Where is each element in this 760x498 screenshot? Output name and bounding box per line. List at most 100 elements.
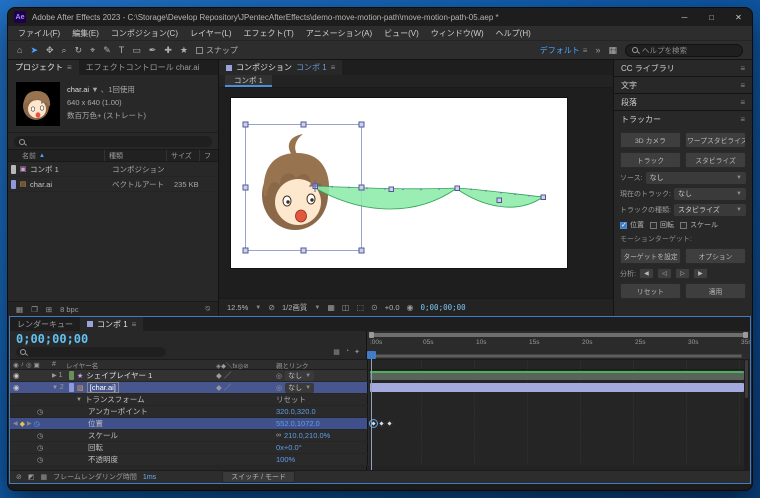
column-size[interactable]: サイズ — [166, 150, 199, 161]
draft-3d-icon[interactable]: ◔ — [345, 348, 349, 356]
stopwatch-icon[interactable]: ◷ — [37, 456, 43, 464]
maximize-button[interactable]: □ — [698, 8, 725, 26]
property-name[interactable]: スケール — [88, 430, 118, 441]
layer-row-char[interactable]: ◉ ▼ 2 ▨ [char.ai] ◆ ／ ◎ なし▼ — [10, 382, 750, 394]
star-tool-icon[interactable]: ★ — [180, 46, 188, 55]
tab-effect-controls[interactable]: エフェクトコントロール char.ai — [79, 60, 207, 75]
layer-name[interactable]: シェイプレイヤー 1 — [86, 370, 152, 381]
time-navigator[interactable] — [370, 333, 747, 337]
menu-effect[interactable]: エフェクト(T) — [238, 28, 300, 39]
track-camera-button[interactable]: 3D カメラ — [620, 132, 681, 148]
position-checkbox[interactable]: 位置 — [620, 220, 644, 230]
current-timecode[interactable]: 0;00;00;00 — [16, 333, 360, 345]
analyze-forward-icon[interactable]: ▶ — [693, 268, 708, 279]
time-ruler[interactable]: :00s 05s 10s 15s 20s 25s 30s 35s — [367, 331, 750, 359]
property-name[interactable]: アンカーポイント — [88, 406, 148, 417]
panel-menu-icon[interactable]: ≡ — [740, 98, 745, 107]
work-area-bar[interactable] — [369, 354, 742, 358]
analyze-backward-icon[interactable]: ◀ — [639, 268, 654, 279]
apply-button[interactable]: 適用 — [685, 283, 746, 299]
property-value[interactable]: 552.0,1072.0 — [276, 419, 320, 428]
viewer-tab-comp1[interactable]: コンポ 1 — [225, 75, 272, 87]
stopwatch-icon[interactable]: ◷ — [37, 408, 43, 416]
tab-project[interactable]: プロジェクト ≡ — [8, 60, 79, 75]
twirl-icon[interactable]: ▼ — [52, 385, 58, 391]
puppet-pin-tool-icon[interactable]: ✚ — [164, 46, 172, 55]
snap-toggle[interactable]: スナップ — [196, 45, 238, 56]
snapshot-camera-icon[interactable]: ◉ — [407, 303, 414, 312]
exposure-icon[interactable]: ⊙ — [371, 303, 378, 312]
keyframe-toggle-icon[interactable]: ◆ — [20, 420, 25, 428]
menu-edit[interactable]: 編集(E) — [66, 28, 105, 39]
type-tool-icon[interactable]: T — [119, 46, 125, 55]
project-search-input[interactable] — [14, 136, 212, 147]
shape-tool-icon[interactable]: ▭ — [132, 46, 141, 55]
motion-blur-icon[interactable]: ▦ — [41, 473, 48, 481]
link-dimensions-icon[interactable]: ∞ — [276, 432, 281, 439]
project-row-footage[interactable]: ▤ char.ai ベクトルアート 235 KB — [8, 177, 218, 192]
column-layer-name[interactable]: レイヤー名 — [66, 360, 216, 370]
property-name[interactable]: 不透明度 — [88, 454, 118, 465]
panel-menu-icon[interactable]: ≡ — [132, 320, 137, 329]
item-view-icon[interactable]: ▦ — [16, 305, 23, 314]
mask-visibility-icon[interactable]: ◫ — [342, 303, 350, 312]
panel-menu-icon[interactable]: ≡ — [740, 64, 745, 73]
stopwatch-icon[interactable]: ◷ — [37, 444, 43, 452]
item-name[interactable]: char.ai — [30, 180, 112, 189]
property-row-rotation[interactable]: ◷ 回転 0x+0.0° — [10, 442, 750, 454]
track-type-select[interactable]: スタビライズ▼ — [674, 204, 746, 216]
menu-window[interactable]: ウィンドウ(W) — [425, 28, 490, 39]
menu-layer[interactable]: レイヤー(L) — [184, 28, 238, 39]
menu-help[interactable]: ヘルプ(H) — [490, 28, 537, 39]
panel-menu-icon[interactable]: ≡ — [67, 63, 72, 72]
keyframe-icon[interactable] — [386, 420, 393, 427]
resolution-select[interactable]: 1/2画質 — [282, 302, 307, 313]
twirl-icon[interactable]: ▶ — [52, 373, 57, 379]
stopwatch-icon[interactable]: ◷ — [37, 432, 43, 440]
frame-blending-icon[interactable]: ◩ — [28, 473, 35, 481]
snap-checkbox[interactable] — [196, 47, 203, 54]
twirl-icon[interactable]: ▼ — [76, 397, 82, 403]
property-row-position[interactable]: ◀ ◆ ▶ ◷ 位置 552.0,1072.0 — [10, 418, 750, 430]
reset-link[interactable]: リセット — [276, 394, 306, 405]
view-layout-icon[interactable]: ⬚ — [356, 303, 364, 312]
tab-timeline-comp1[interactable]: コンポ 1 ≡ — [80, 317, 143, 331]
reset-button[interactable]: リセット — [620, 283, 681, 299]
panel-character[interactable]: 文字≡ — [614, 77, 752, 93]
selection-tool-icon[interactable]: ➤ — [30, 46, 38, 55]
parent-select[interactable]: なし▼ — [285, 371, 314, 381]
property-value[interactable]: 210.0,210.0% — [284, 431, 330, 440]
layer-switches[interactable]: ◆ ／ — [216, 382, 276, 393]
track-motion-button[interactable]: トラック — [620, 152, 681, 168]
property-value[interactable]: 320.0,320.0 — [276, 407, 316, 416]
switches-modes-button[interactable]: スイッチ / モード — [222, 471, 295, 483]
hand-tool-icon[interactable]: ✥ — [46, 46, 54, 55]
property-value[interactable]: 100% — [276, 455, 295, 464]
workspace-menu-icon[interactable]: ≡ — [583, 46, 588, 55]
workspace-overflow[interactable]: » — [595, 45, 600, 55]
menu-composition[interactable]: コンポジション(C) — [105, 28, 184, 39]
menu-animation[interactable]: アニメーション(A) — [300, 28, 378, 39]
minimize-button[interactable]: ─ — [671, 8, 698, 26]
property-value[interactable]: 0x+0.0° — [276, 443, 302, 452]
panel-paragraph[interactable]: 段落≡ — [614, 94, 752, 110]
analyze-forward-frame-icon[interactable]: ▷ — [675, 268, 690, 279]
current-track-select[interactable]: なし▼ — [674, 188, 746, 200]
group-name[interactable]: トランスフォーム — [85, 394, 145, 405]
column-type[interactable]: 種類 — [104, 150, 166, 161]
previous-keyframe-icon[interactable]: ◀ — [13, 420, 18, 427]
property-name[interactable]: 位置 — [88, 418, 103, 429]
zoom-select[interactable]: 12.5% — [227, 303, 248, 312]
rot-checkbox[interactable]: 回転 — [650, 220, 674, 230]
stopwatch-icon[interactable]: ◷ — [34, 420, 40, 428]
playhead-line[interactable] — [371, 359, 372, 470]
footage-name[interactable]: char.ai — [67, 85, 89, 94]
layer-track[interactable] — [367, 382, 750, 393]
layer-switches[interactable]: ◆ ／ — [216, 370, 276, 381]
panel-menu-icon[interactable]: ≡ — [740, 81, 745, 90]
layer-row-shape[interactable]: ◉ ▶ 1 ★ シェイプレイヤー 1 ◆ ／ ◎ なし▼ — [10, 370, 750, 382]
panel-menu-icon[interactable]: ≡ — [331, 63, 336, 72]
item-name[interactable]: コンポ 1 — [30, 164, 112, 175]
workspace-grid-icon[interactable]: ▦ — [608, 46, 617, 55]
workspace-selector[interactable]: デフォルト ≡ — [540, 45, 588, 56]
